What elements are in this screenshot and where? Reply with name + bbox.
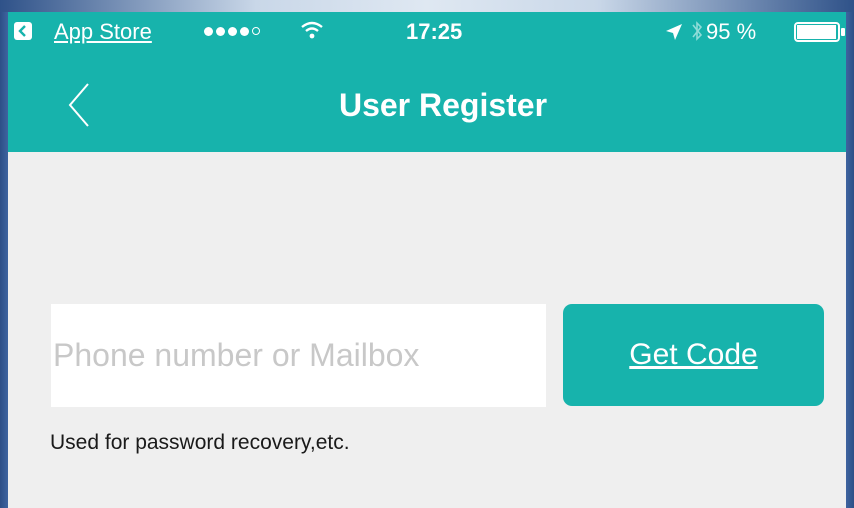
status-bar: App Store 17:25 95 % (8, 12, 846, 52)
input-hint-text: Used for password recovery,etc. (50, 431, 350, 454)
location-icon (666, 24, 682, 40)
phone-screen: App Store 17:25 95 % User Register Phone… (8, 12, 846, 508)
signal-strength-indicator (204, 27, 260, 36)
status-time: 17:25 (406, 19, 463, 44)
bluetooth-icon (692, 21, 703, 41)
back-to-app-icon[interactable] (14, 22, 32, 40)
background-glare (0, 0, 854, 12)
back-to-app-link[interactable]: App Store (54, 18, 152, 46)
get-code-button[interactable]: Get Code (563, 304, 824, 406)
battery-icon (794, 22, 845, 42)
wifi-icon (301, 21, 323, 39)
page-title: User Register (338, 87, 548, 123)
battery-percent: 95 % (706, 19, 757, 44)
phone-or-email-input[interactable] (51, 304, 546, 407)
navigation-bar: User Register (8, 52, 846, 152)
